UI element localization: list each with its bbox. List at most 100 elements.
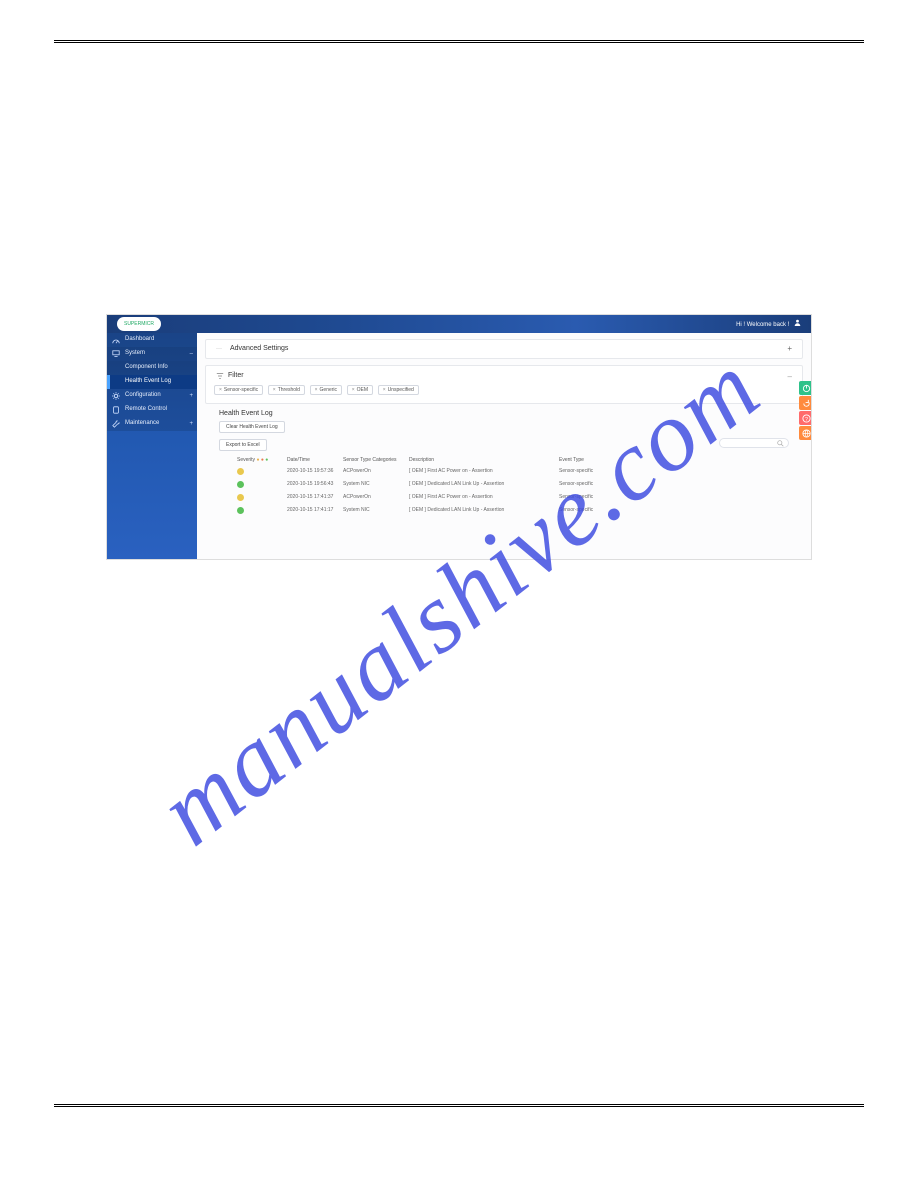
- chip-label: OEM: [357, 387, 368, 393]
- filter-label: Filter: [228, 372, 244, 379]
- rail-language-button[interactable]: [799, 426, 812, 440]
- cell-desc: [ OEM ] Dedicated LAN Link Up - Assertio…: [409, 507, 559, 516]
- close-icon[interactable]: ×: [352, 387, 355, 393]
- cell-date: 2020-10-15 17:41:17: [287, 507, 343, 516]
- chip-label: Sensor-specific: [224, 387, 258, 393]
- export-to-excel-button[interactable]: Export to Excel: [219, 439, 267, 451]
- sidebar-item-label: Component Info: [125, 364, 168, 370]
- advanced-settings-label: Advanced Settings: [230, 345, 288, 352]
- cell-date: 2020-10-15 19:57:36: [287, 468, 343, 477]
- sidebar-item-label: Remote Control: [125, 406, 167, 412]
- cell-event: Sensor-specific: [559, 507, 625, 516]
- page: SUPERMICR Hi ! Welcome back ! Dashboard …: [0, 0, 918, 1188]
- wrench-icon: [112, 420, 120, 428]
- sidebar: Dashboard System – Component Info Health…: [107, 333, 197, 559]
- filter-chips: ×Sensor-specific ×Threshold ×Generic ×OE…: [214, 385, 794, 395]
- filter-chip-threshold[interactable]: ×Threshold: [268, 385, 305, 395]
- filter-icon: [216, 372, 224, 382]
- chip-label: Threshold: [278, 387, 300, 393]
- severity-icon: [237, 507, 287, 516]
- col-sensor[interactable]: Sensor Type Categories: [343, 457, 409, 463]
- col-event-type[interactable]: Event Type: [559, 457, 625, 463]
- filter-chip-sensor-specific[interactable]: ×Sensor-specific: [214, 385, 263, 395]
- bottom-rule: [54, 1104, 864, 1108]
- remote-icon: [112, 406, 120, 414]
- expand-icon[interactable]: +: [787, 344, 792, 353]
- sidebar-item-system[interactable]: System –: [107, 347, 197, 361]
- expand-icon: +: [189, 421, 193, 427]
- chip-label: Unspecified: [388, 387, 414, 393]
- table-row: 2020-10-15 19:57:36 ACPowerOn [ OEM ] Fi…: [219, 466, 789, 479]
- col-description[interactable]: Description: [409, 457, 559, 463]
- sidebar-item-component-info[interactable]: Component Info: [107, 361, 197, 375]
- user-icon[interactable]: [794, 322, 801, 328]
- sidebar-item-configuration[interactable]: Configuration +: [107, 389, 197, 403]
- clear-health-event-log-button[interactable]: Clear Health Event Log: [219, 421, 285, 433]
- severity-icon: [237, 468, 287, 477]
- cell-sensor: ACPowerOn: [343, 494, 409, 503]
- col-severity[interactable]: Severity ● ● ●: [237, 457, 287, 463]
- advanced-settings-card[interactable]: ··· Advanced Settings +: [205, 339, 803, 359]
- rail-help-button[interactable]: ?: [799, 411, 812, 425]
- health-event-log-section: Health Event Log Clear Health Event Log …: [205, 410, 803, 518]
- main-content: ··· Advanced Settings + Filter – ×Sensor…: [197, 333, 811, 559]
- chip-label: Generic: [320, 387, 338, 393]
- collapse-icon: –: [190, 351, 193, 357]
- cell-desc: [ OEM ] First AC Power on - Assertion: [409, 494, 559, 503]
- close-icon[interactable]: ×: [219, 387, 222, 393]
- cell-event: Sensor-specific: [559, 481, 625, 490]
- cell-sensor: System NIC: [343, 481, 409, 490]
- col-date[interactable]: Date/Time: [287, 457, 343, 463]
- gauge-icon: [112, 336, 120, 344]
- event-log-table: Severity ● ● ● Date/Time Sensor Type Cat…: [219, 457, 789, 518]
- filter-chip-generic[interactable]: ×Generic: [310, 385, 342, 395]
- sidebar-item-label: Dashboard: [125, 336, 154, 342]
- close-icon[interactable]: ×: [273, 387, 276, 393]
- cell-date: 2020-10-15 17:41:37: [287, 494, 343, 503]
- top-rule: [54, 40, 864, 44]
- welcome-text: Hi ! Welcome back !: [736, 319, 801, 328]
- collapse-icon[interactable]: –: [788, 372, 792, 381]
- search-icon: [777, 440, 784, 449]
- cell-desc: [ OEM ] First AC Power on - Assertion: [409, 468, 559, 477]
- cell-date: 2020-10-15 19:56:43: [287, 481, 343, 490]
- filter-chip-oem[interactable]: ×OEM: [347, 385, 373, 395]
- app-topbar: SUPERMICR Hi ! Welcome back !: [107, 315, 811, 333]
- sidebar-item-label: System: [125, 350, 145, 356]
- close-icon[interactable]: ×: [383, 387, 386, 393]
- cell-event: Sensor-specific: [559, 494, 625, 503]
- expand-icon: +: [189, 393, 193, 399]
- filter-chip-unspecified[interactable]: ×Unspecified: [378, 385, 419, 395]
- ellipsis-icon: ···: [216, 346, 222, 352]
- screenshot-panel: SUPERMICR Hi ! Welcome back ! Dashboard …: [106, 314, 812, 560]
- rail-power-button[interactable]: [799, 381, 812, 395]
- severity-icon: [237, 494, 287, 503]
- svg-text:?: ?: [805, 416, 808, 422]
- table-header: Severity ● ● ● Date/Time Sensor Type Cat…: [219, 457, 789, 466]
- welcome-label: Hi ! Welcome back !: [736, 322, 789, 328]
- close-icon[interactable]: ×: [315, 387, 318, 393]
- cell-event: Sensor-specific: [559, 468, 625, 477]
- brand-logo: SUPERMICR: [117, 317, 161, 331]
- severity-icon: [237, 481, 287, 490]
- right-rail: ?: [799, 381, 812, 441]
- app-body: Dashboard System – Component Info Health…: [107, 333, 811, 559]
- cell-sensor: ACPowerOn: [343, 468, 409, 477]
- sidebar-item-label: Configuration: [125, 392, 161, 398]
- table-row: 2020-10-15 17:41:17 System NIC [ OEM ] D…: [219, 505, 789, 518]
- table-row: 2020-10-15 19:56:43 System NIC [ OEM ] D…: [219, 479, 789, 492]
- sidebar-item-label: Health Event Log: [125, 378, 171, 384]
- rail-refresh-button[interactable]: [799, 396, 812, 410]
- filter-card: Filter – ×Sensor-specific ×Threshold ×Ge…: [205, 365, 803, 404]
- sidebar-item-health-event-log[interactable]: Health Event Log: [107, 375, 197, 389]
- sidebar-item-dashboard[interactable]: Dashboard: [107, 333, 197, 347]
- cell-desc: [ OEM ] Dedicated LAN Link Up - Assertio…: [409, 481, 559, 490]
- gear-icon: [112, 392, 120, 400]
- cell-sensor: System NIC: [343, 507, 409, 516]
- search-input[interactable]: [719, 438, 789, 448]
- monitor-icon: [112, 350, 120, 358]
- health-event-log-title: Health Event Log: [219, 410, 803, 417]
- sidebar-item-maintenance[interactable]: Maintenance +: [107, 417, 197, 431]
- table-row: 2020-10-15 17:41:37 ACPowerOn [ OEM ] Fi…: [219, 492, 789, 505]
- sidebar-item-remote-control[interactable]: Remote Control: [107, 403, 197, 417]
